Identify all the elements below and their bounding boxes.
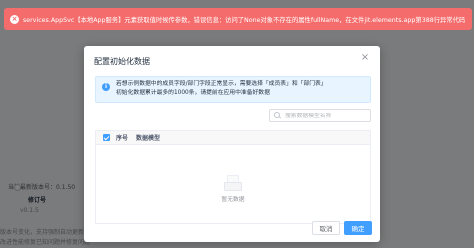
alert-line-1: 若想示例数据中的成员字段/部门字段正常显示，需要选择「成员表」和「部门表」: [116, 81, 327, 87]
error-toast: × services.AppSvc【本地App服务】元素获取值时候传参数，错误信…: [4, 8, 472, 30]
cancel-button[interactable]: 取消: [312, 221, 340, 235]
empty-box-icon: [222, 175, 244, 191]
select-all-cell: [96, 134, 116, 141]
info-icon: i: [102, 83, 110, 91]
alert-line-2: 初始化数据累计最多的1000条，请提前在应用中准备好数据: [116, 90, 270, 96]
search-input[interactable]: [285, 112, 370, 119]
table-header: 序号 数据模型: [96, 131, 370, 145]
column-header-index: 序号: [116, 135, 129, 142]
close-icon[interactable]: ×: [360, 53, 370, 63]
select-all-checkbox[interactable]: [102, 134, 110, 141]
column-header-data-model: 数据模型: [136, 135, 161, 142]
empty-text: 暂无数据: [221, 197, 245, 203]
search-box: [269, 109, 371, 122]
dialog-title: 配置初始化数据: [94, 57, 150, 66]
info-alert: i 若想示例数据中的成员字段/部门字段正常显示，需要选择「成员表」和「部门表」 …: [95, 76, 371, 103]
confirm-button[interactable]: 确定: [344, 221, 372, 235]
error-message: services.AppSvc【本地App服务】元素获取值时候传参数，错误信息：…: [23, 16, 466, 24]
init-data-dialog: 配置初始化数据 × i 若想示例数据中的成员字段/部门字段正常显示，需要选择「成…: [84, 46, 380, 242]
data-model-table: 序号 数据模型 暂无数据: [95, 130, 371, 224]
error-icon: ×: [10, 14, 19, 24]
search-icon: [274, 112, 281, 119]
table-empty-state: 暂无数据: [96, 145, 370, 223]
